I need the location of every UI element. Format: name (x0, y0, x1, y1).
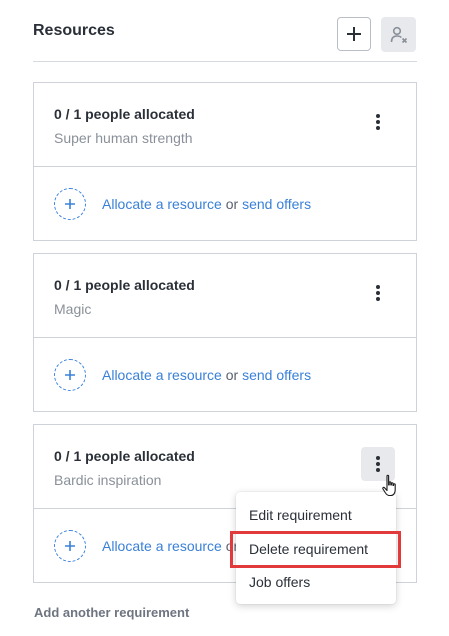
requirement-summary: 0 / 1 people allocated Super human stren… (34, 83, 416, 167)
page-title: Resources (33, 22, 115, 39)
requirement-summary: 0 / 1 people allocated Magic (34, 254, 416, 338)
allocation-count: 0 / 1 people allocated (54, 448, 195, 464)
add-resource-button[interactable] (337, 17, 371, 51)
more-vertical-icon (376, 456, 380, 472)
allocation-count: 0 / 1 people allocated (54, 106, 195, 122)
or-label: or (225, 196, 239, 212)
unassign-button[interactable] (381, 17, 416, 52)
requirement-name: Bardic inspiration (54, 472, 162, 488)
allocate-resource-link[interactable]: Allocate a resource (102, 196, 222, 212)
hand-cursor-icon (382, 474, 396, 497)
requirement-name: Magic (54, 301, 92, 317)
resources-header: Resources (33, 16, 417, 62)
plus-icon (65, 370, 75, 380)
allocate-resource-link[interactable]: Allocate a resource (102, 367, 222, 383)
more-vertical-icon (376, 114, 380, 130)
add-another-requirement-link[interactable]: Add another requirement (34, 605, 189, 620)
more-vertical-icon (376, 285, 380, 301)
requirement-card: 0 / 1 people allocated Magic Allocate a … (33, 253, 417, 412)
allocate-row: Allocate a resource or send offers (34, 339, 416, 411)
menu-item-edit-requirement[interactable]: Edit requirement (249, 507, 352, 523)
allocate-text: Allocate a resource or send offers (102, 196, 311, 212)
send-offers-link[interactable]: send offers (242, 367, 311, 383)
plus-icon (65, 199, 75, 209)
send-offers-link[interactable]: send offers (242, 196, 311, 212)
allocate-text: Allocate a resource or send offers (102, 367, 311, 383)
requirement-card: 0 / 1 people allocated Super human stren… (33, 82, 417, 241)
allocation-count: 0 / 1 people allocated (54, 277, 195, 293)
allocate-add-button[interactable] (54, 188, 86, 220)
plus-icon (65, 541, 75, 551)
plus-icon (347, 27, 361, 41)
requirement-name: Super human strength (54, 130, 193, 146)
allocate-add-button[interactable] (54, 530, 86, 562)
highlight-box (230, 531, 401, 568)
allocate-add-button[interactable] (54, 359, 86, 391)
person-remove-icon (390, 26, 407, 43)
allocate-row: Allocate a resource or send offers (34, 168, 416, 240)
requirement-menu-button[interactable] (361, 105, 395, 139)
allocate-resource-link[interactable]: Allocate a resource (102, 538, 222, 554)
or-label: or (225, 367, 239, 383)
requirement-menu-button[interactable] (361, 276, 395, 310)
menu-item-job-offers[interactable]: Job offers (249, 574, 310, 590)
